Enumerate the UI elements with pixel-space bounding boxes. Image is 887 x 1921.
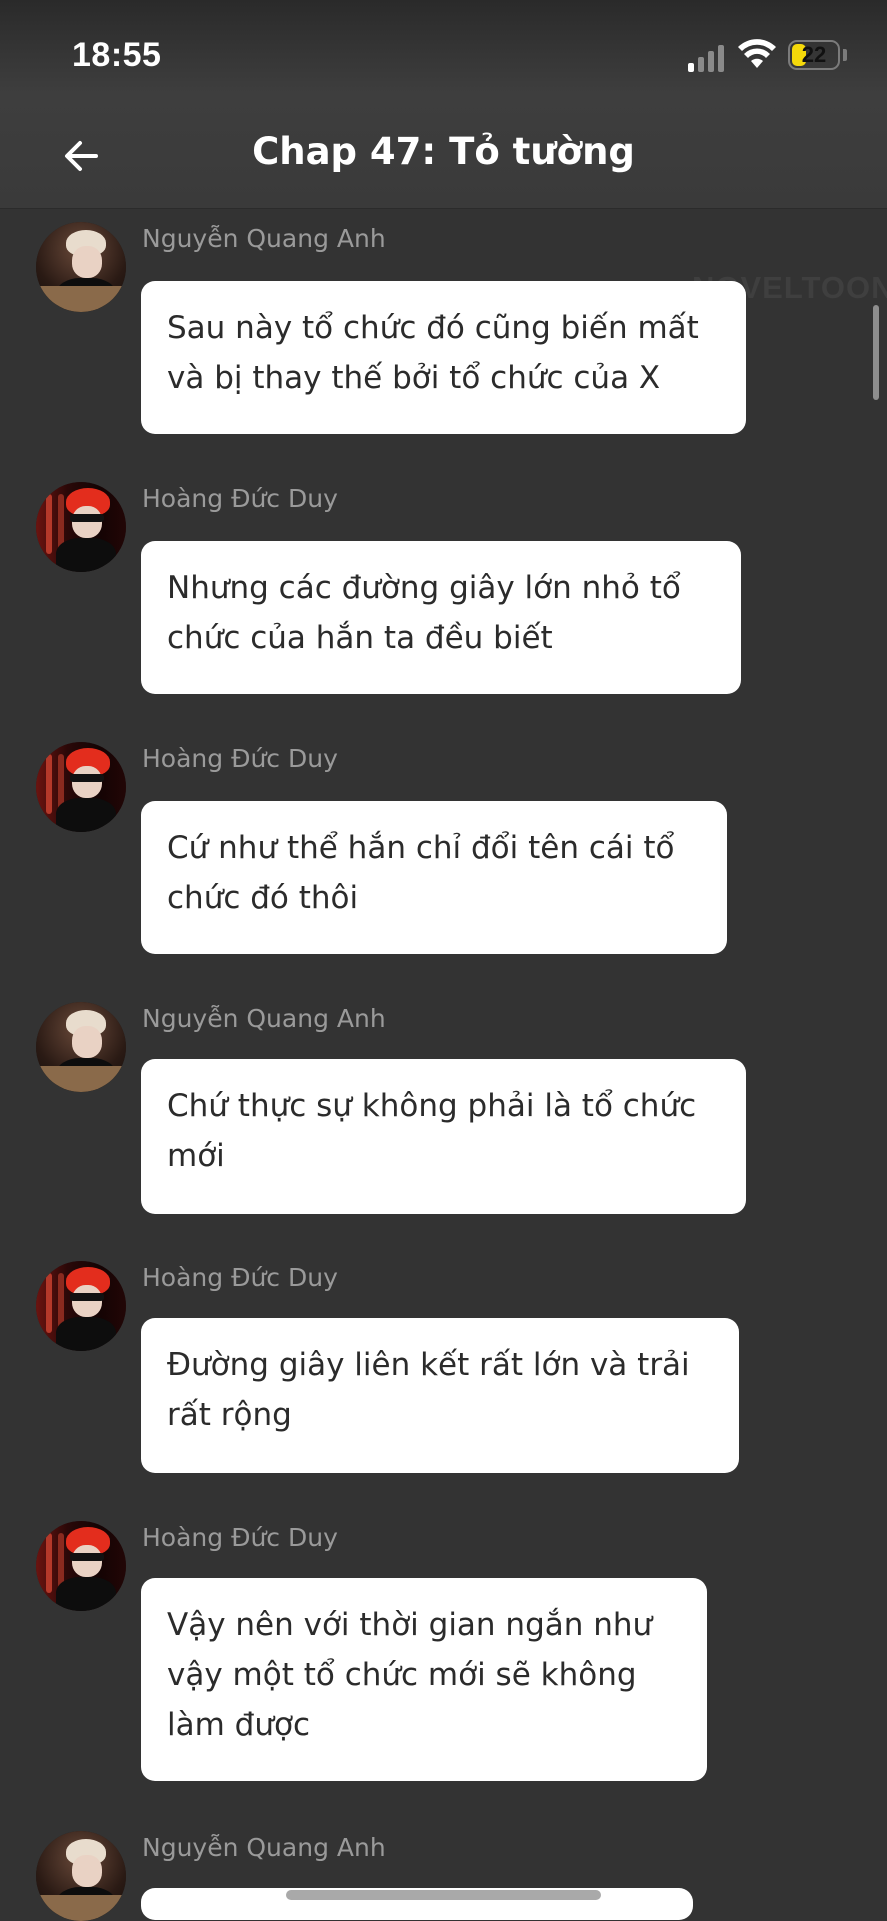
avatar[interactable] bbox=[36, 222, 126, 312]
message-bubble: Nhưng các đường giây lớn nhỏ tổ chức của… bbox=[141, 541, 741, 694]
status-time: 18:55 bbox=[72, 36, 162, 74]
wifi-icon bbox=[738, 39, 776, 68]
battery-icon: 22 bbox=[788, 40, 840, 70]
message-bubble: Vậy nên với thời gian ngắn như vậy một t… bbox=[141, 1578, 707, 1781]
message-bubble: Sau này tổ chức đó cũng biến mất và bị t… bbox=[141, 281, 746, 434]
avatar[interactable] bbox=[36, 1831, 126, 1921]
sender-name: Nguyễn Quang Anh bbox=[142, 1833, 386, 1862]
battery-level: 22 bbox=[801, 42, 827, 67]
avatar[interactable] bbox=[36, 1002, 126, 1092]
sender-name: Nguyễn Quang Anh bbox=[142, 224, 386, 253]
battery-cap bbox=[843, 49, 847, 61]
sender-name: Hoàng Đức Duy bbox=[142, 1263, 338, 1292]
sender-name: Nguyễn Quang Anh bbox=[142, 1004, 386, 1033]
message-bubble: Cứ như thể hắn chỉ đổi tên cái tổ chức đ… bbox=[141, 801, 727, 954]
message-bubble: Đường giây liên kết rất lớn và trải rất … bbox=[141, 1318, 739, 1473]
avatar[interactable] bbox=[36, 482, 126, 572]
chapter-title: Chap 47: Tỏ tường bbox=[252, 130, 635, 173]
cellular-signal-icon bbox=[688, 42, 726, 72]
avatar[interactable] bbox=[36, 742, 126, 832]
app-header: 18:55 22 Chap 47: Tỏ tường bbox=[0, 0, 887, 209]
avatar[interactable] bbox=[36, 1261, 126, 1351]
sender-name: Hoàng Đức Duy bbox=[142, 1523, 338, 1552]
avatar[interactable] bbox=[36, 1521, 126, 1611]
message-bubble: Chứ thực sự không phải là tổ chức mới bbox=[141, 1059, 746, 1214]
home-indicator[interactable] bbox=[286, 1890, 601, 1900]
sender-name: Hoàng Đức Duy bbox=[142, 484, 338, 513]
scrollbar[interactable] bbox=[873, 305, 879, 400]
sender-name: Hoàng Đức Duy bbox=[142, 744, 338, 773]
